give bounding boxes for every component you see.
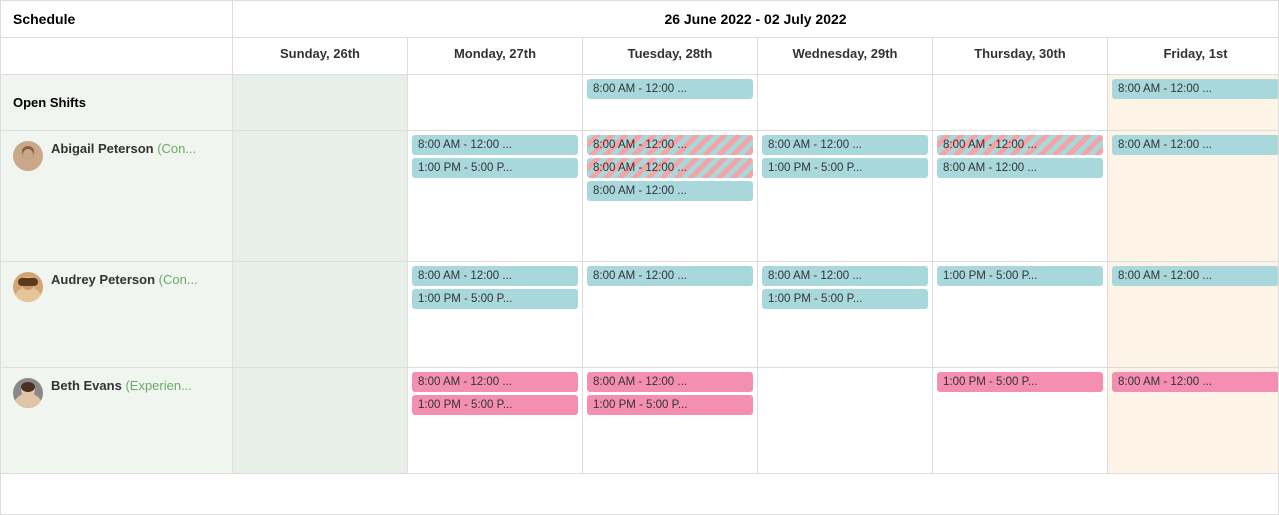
beth-tue-shift2[interactable]: 1:00 PM - 5:00 P... [587,395,753,415]
audrey-wed-shift1[interactable]: 8:00 AM - 12:00 ... [762,266,928,286]
beth-label: Beth Evans (Experien... [1,368,233,473]
open-shifts-label: Open Shifts [1,75,233,130]
audrey-mon-shift2[interactable]: 1:00 PM - 5:00 P... [412,289,578,309]
abigail-thu-shift1[interactable]: 8:00 AM - 12:00 ... [937,135,1103,155]
audrey-sun [233,262,408,367]
audrey-avatar [13,272,43,302]
audrey-mon: 8:00 AM - 12:00 ... 1:00 PM - 5:00 P... [408,262,583,367]
audrey-name: Audrey Peterson [51,272,155,287]
abigail-mon-shift2[interactable]: 1:00 PM - 5:00 P... [412,158,578,178]
schedule-title: Schedule [1,1,233,37]
beth-avatar [13,378,43,408]
schedule-container: Schedule 26 June 2022 - 02 July 2022 Sun… [0,0,1279,515]
audrey-fri: 8:00 AM - 12:00 ... [1108,262,1279,367]
abigail-wed-shift1[interactable]: 8:00 AM - 12:00 ... [762,135,928,155]
abigail-fri: 8:00 AM - 12:00 ... [1108,131,1279,261]
abigail-sun [233,131,408,261]
beth-wed [758,368,933,473]
open-fri-shift[interactable]: 8:00 AM - 12:00 ... [1112,79,1279,99]
col-header-mon: Monday, 27th [408,38,583,74]
open-fri-cell: 8:00 AM - 12:00 ... [1108,75,1279,130]
beth-fri: 8:00 AM - 12:00 ... [1108,368,1279,473]
audrey-tue-shift1[interactable]: 8:00 AM - 12:00 ... [587,266,753,286]
audrey-thu-shift1[interactable]: 1:00 PM - 5:00 P... [937,266,1103,286]
date-range: 26 June 2022 - 02 July 2022 [233,1,1278,37]
open-thu-cell [933,75,1108,130]
audrey-label: Audrey Peterson (Con... [1,262,233,367]
open-mon-cell [408,75,583,130]
abigail-thu-shift2[interactable]: 8:00 AM - 12:00 ... [937,158,1103,178]
abigail-tue-shift2[interactable]: 8:00 AM - 12:00 ... [587,158,753,178]
beth-sun [233,368,408,473]
beth-name: Beth Evans [51,378,122,393]
audrey-mon-shift1[interactable]: 8:00 AM - 12:00 ... [412,266,578,286]
open-tue-cell: 8:00 AM - 12:00 ... [583,75,758,130]
audrey-tue: 8:00 AM - 12:00 ... [583,262,758,367]
beth-mon-shift2[interactable]: 1:00 PM - 5:00 P... [412,395,578,415]
open-tue-shift[interactable]: 8:00 AM - 12:00 ... [587,79,753,99]
abigail-tue: 8:00 AM - 12:00 ... 8:00 AM - 12:00 ... … [583,131,758,261]
audrey-wed-shift2[interactable]: 1:00 PM - 5:00 P... [762,289,928,309]
abigail-mon-shift1[interactable]: 8:00 AM - 12:00 ... [412,135,578,155]
open-sun-cell [233,75,408,130]
abigail-avatar [13,141,43,171]
beth-thu-shift1[interactable]: 1:00 PM - 5:00 P... [937,372,1103,392]
beth-fri-shift1[interactable]: 8:00 AM - 12:00 ... [1112,372,1279,392]
abigail-name: Abigail Peterson [51,141,154,156]
beth-tue-shift1[interactable]: 8:00 AM - 12:00 ... [587,372,753,392]
col-header-wed: Wednesday, 29th [758,38,933,74]
abigail-fri-shift1[interactable]: 8:00 AM - 12:00 ... [1112,135,1279,155]
col-header-tue: Tuesday, 28th [583,38,758,74]
col-header-thu: Thursday, 30th [933,38,1108,74]
abigail-tue-shift1[interactable]: 8:00 AM - 12:00 ... [587,135,753,155]
open-wed-cell [758,75,933,130]
abigail-label: Abigail Peterson (Con... [1,131,233,261]
abigail-thu: 8:00 AM - 12:00 ... 8:00 AM - 12:00 ... [933,131,1108,261]
audrey-thu: 1:00 PM - 5:00 P... [933,262,1108,367]
beth-mon: 8:00 AM - 12:00 ... 1:00 PM - 5:00 P... [408,368,583,473]
abigail-tue-shift3[interactable]: 8:00 AM - 12:00 ... [587,181,753,201]
abigail-mon: 8:00 AM - 12:00 ... 1:00 PM - 5:00 P... [408,131,583,261]
abigail-role: (Con... [157,141,196,156]
audrey-role: (Con... [159,272,198,287]
col-header-fri: Friday, 1st [1108,38,1279,74]
abigail-wed: 8:00 AM - 12:00 ... 1:00 PM - 5:00 P... [758,131,933,261]
audrey-fri-shift1[interactable]: 8:00 AM - 12:00 ... [1112,266,1279,286]
col-header-sun: Sunday, 26th [233,38,408,74]
audrey-wed: 8:00 AM - 12:00 ... 1:00 PM - 5:00 P... [758,262,933,367]
beth-role: (Experien... [125,378,191,393]
beth-tue: 8:00 AM - 12:00 ... 1:00 PM - 5:00 P... [583,368,758,473]
beth-mon-shift1[interactable]: 8:00 AM - 12:00 ... [412,372,578,392]
beth-thu: 1:00 PM - 5:00 P... [933,368,1108,473]
abigail-wed-shift2[interactable]: 1:00 PM - 5:00 P... [762,158,928,178]
